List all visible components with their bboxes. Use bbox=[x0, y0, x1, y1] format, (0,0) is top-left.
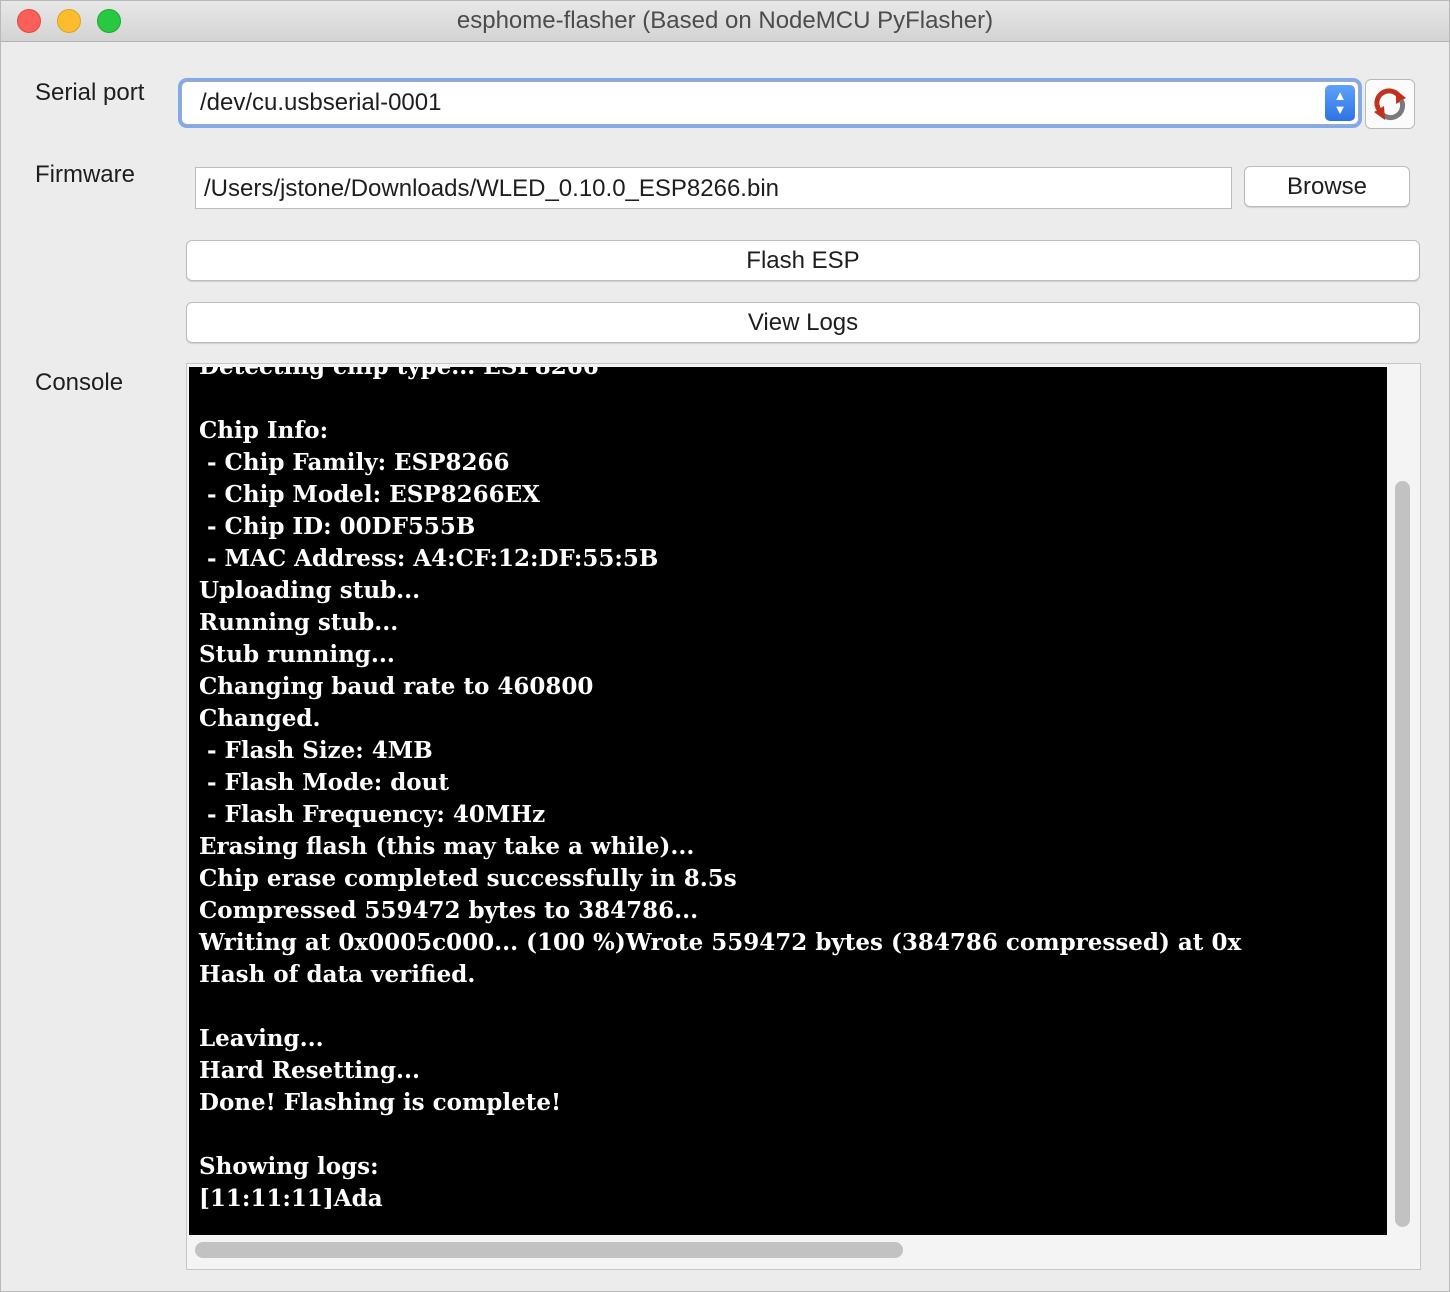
title-bar: esphome-flasher (Based on NodeMCU PyFlas… bbox=[1, 1, 1449, 42]
window-title: esphome-flasher (Based on NodeMCU PyFlas… bbox=[456, 7, 994, 34]
serial-port-value: /dev/cu.usbserial-0001 bbox=[200, 89, 442, 116]
console-label: Console bbox=[35, 369, 124, 396]
serial-port-label: Serial port bbox=[35, 79, 145, 106]
flash-esp-button[interactable]: Flash ESP bbox=[186, 240, 1420, 281]
firmware-path-value: /Users/jstone/Downloads/WLED_0.10.0_ESP8… bbox=[204, 175, 779, 202]
console-vertical-scroll-thumb[interactable] bbox=[1395, 481, 1410, 1227]
serial-port-select[interactable]: /dev/cu.usbserial-0001 ▲ ▼ bbox=[181, 81, 1359, 125]
refresh-ports-button[interactable] bbox=[1365, 79, 1415, 129]
firmware-label: Firmware bbox=[35, 161, 135, 188]
console-output[interactable]: Detecting chip type... ESP8266 Chip Info… bbox=[189, 367, 1387, 1235]
console-text: Detecting chip type... ESP8266 Chip Info… bbox=[199, 367, 1242, 1212]
chevron-up-down-icon: ▲ ▼ bbox=[1325, 85, 1355, 121]
view-logs-button[interactable]: View Logs bbox=[186, 302, 1420, 343]
refresh-icon bbox=[1374, 88, 1406, 121]
browse-button[interactable]: Browse bbox=[1244, 166, 1410, 207]
firmware-path-input[interactable]: /Users/jstone/Downloads/WLED_0.10.0_ESP8… bbox=[195, 167, 1232, 209]
app-window: esphome-flasher (Based on NodeMCU PyFlas… bbox=[0, 0, 1450, 1292]
console-horizontal-scroll-thumb[interactable] bbox=[195, 1242, 903, 1258]
